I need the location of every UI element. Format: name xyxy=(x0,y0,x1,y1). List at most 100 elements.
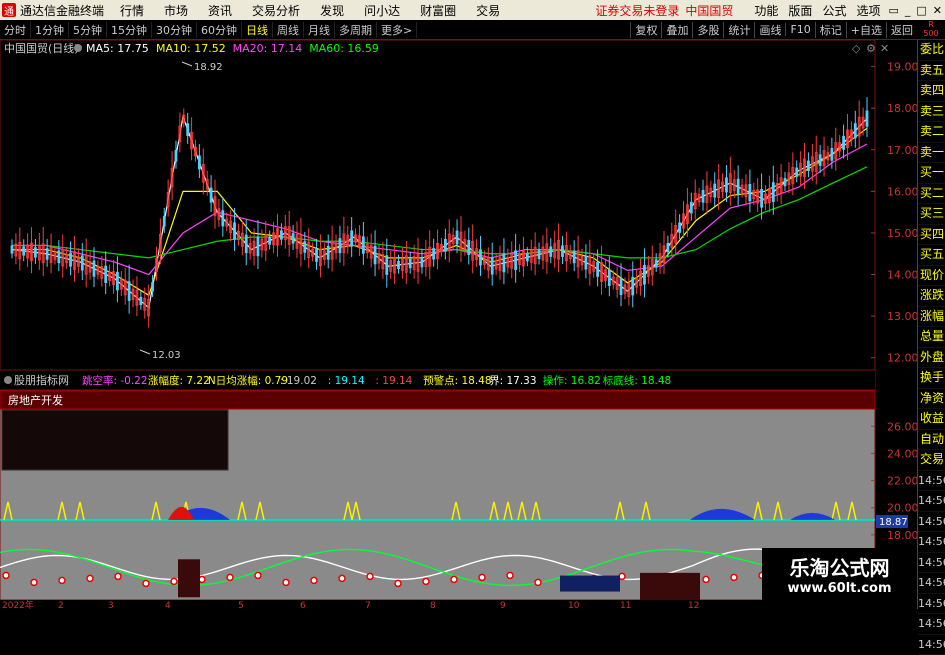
quote-item-15[interactable]: 外盘 xyxy=(918,348,945,369)
sub-toggle-icon[interactable] xyxy=(4,376,12,384)
menu-item-quotes[interactable]: 行情 xyxy=(110,2,154,19)
menu-item-analysis[interactable]: 交易分析 xyxy=(242,2,310,19)
candle-body-138 xyxy=(550,247,552,257)
candle-body-135 xyxy=(538,250,540,258)
ma-label-0: MA5: 17.75 xyxy=(86,42,149,55)
y-tick-4: 15.00 xyxy=(887,227,917,240)
quote-item-4[interactable]: 卖二 xyxy=(918,122,945,143)
toolbar-button-5[interactable]: F10 xyxy=(785,23,814,36)
menu-item-market[interactable]: 市场 xyxy=(154,2,198,19)
menu-layout[interactable]: 版面 xyxy=(783,2,817,19)
candle-body-153 xyxy=(608,270,610,285)
close-icon[interactable]: ✕ xyxy=(930,4,945,17)
menu-item-wealth[interactable]: 财富圈 xyxy=(410,2,466,19)
quote-item-3[interactable]: 卖三 xyxy=(918,102,945,123)
quote-item-25[interactable]: 14:56 xyxy=(918,553,945,574)
osc-dot-4 xyxy=(115,573,121,579)
quote-item-27[interactable]: 14:56 xyxy=(918,594,945,615)
quote-item-5[interactable]: 卖一 xyxy=(918,143,945,164)
y-tick-0: 19.00 xyxy=(887,61,917,74)
period-9[interactable]: 多周期 xyxy=(335,22,377,38)
maximize-icon[interactable]: □ xyxy=(913,4,929,17)
menu-item-discover[interactable]: 发现 xyxy=(310,2,354,19)
restore-icon[interactable]: ▭ xyxy=(885,4,901,17)
quote-item-13[interactable]: 涨幅 xyxy=(918,307,945,328)
low-label: 12.03 xyxy=(152,350,181,361)
quote-item-1[interactable]: 卖五 xyxy=(918,61,945,82)
quote-item-10[interactable]: 买五 xyxy=(918,245,945,266)
quote-item-28[interactable]: 14:56 xyxy=(918,614,945,635)
period-8[interactable]: 月线 xyxy=(304,22,335,38)
osc-dot-19 xyxy=(535,579,541,585)
toolbar-button-8[interactable]: 返回 xyxy=(886,22,917,38)
period-2[interactable]: 5分钟 xyxy=(69,22,107,38)
high-label: 18.92 xyxy=(194,62,223,73)
minimize-icon[interactable]: _ xyxy=(902,4,914,17)
sub-label-6: 预警点: 18.48 xyxy=(423,374,491,387)
quote-item-17[interactable]: 净资 xyxy=(918,389,945,410)
candle-body-216 xyxy=(854,124,856,138)
period-4[interactable]: 30分钟 xyxy=(152,22,197,38)
close-chart-icon: ✕ xyxy=(880,42,889,55)
quote-item-16[interactable]: 换手 xyxy=(918,368,945,389)
indicator-toggle-icon[interactable] xyxy=(74,44,82,52)
menu-bar: 通 通达信金融终端 行情 市场 资讯 交易分析 发现 问小达 财富圈 交易 证券… xyxy=(0,0,945,20)
quote-item-12[interactable]: 涨跌 xyxy=(918,286,945,307)
candle-body-21 xyxy=(93,261,95,276)
x-tick-1: 2 xyxy=(58,601,64,609)
menu-function[interactable]: 功能 xyxy=(749,2,783,19)
toolbar-button-0[interactable]: 复权 xyxy=(630,22,661,38)
quote-item-29[interactable]: 14:56 xyxy=(918,635,945,655)
toolbar-button-3[interactable]: 统计 xyxy=(723,22,754,38)
candle-body-54 xyxy=(222,211,224,226)
toolbar-button-2[interactable]: 多股 xyxy=(692,22,723,38)
menu-item-news[interactable]: 资讯 xyxy=(198,2,242,19)
sub-y-tick-1: 24.00 xyxy=(887,447,917,460)
period-1[interactable]: 1分钟 xyxy=(31,22,69,38)
toolbar-button-4[interactable]: 画线 xyxy=(754,22,785,38)
chart-area[interactable]: 中国国贸(日线)MA5: 17.75MA10: 17.52MA20: 17.14… xyxy=(0,40,917,609)
quote-item-14[interactable]: 总量 xyxy=(918,327,945,348)
x-tick-10: 11 xyxy=(620,601,631,609)
candle-body-84 xyxy=(339,239,341,253)
quote-item-26[interactable]: 14:56 xyxy=(918,573,945,594)
quote-item-21[interactable]: 14:56 xyxy=(918,471,945,492)
x-tick-11: 12 xyxy=(688,601,699,609)
osc-dot-2 xyxy=(59,577,65,583)
quote-item-8[interactable]: 买三 xyxy=(918,204,945,225)
y-tick-2: 17.00 xyxy=(887,144,917,157)
toolbar-button-6[interactable]: 标记 xyxy=(815,22,846,38)
quote-item-20[interactable]: 交易 xyxy=(918,450,945,471)
sector-banner xyxy=(0,391,875,409)
quote-item-9[interactable]: 买四 xyxy=(918,225,945,246)
menu-options[interactable]: 选项 xyxy=(851,2,885,19)
period-7[interactable]: 周线 xyxy=(273,22,304,38)
period-0[interactable]: 分时 xyxy=(0,22,31,38)
sub-label-7: 界: 17.33 xyxy=(489,375,536,387)
candle-body-198 xyxy=(784,179,786,186)
login-warning[interactable]: 证券交易未登录 xyxy=(595,2,685,19)
toolbar-button-1[interactable]: 叠加 xyxy=(661,22,692,38)
menu-item-trade[interactable]: 交易 xyxy=(466,2,510,19)
period-5[interactable]: 60分钟 xyxy=(197,22,242,38)
quote-item-24[interactable]: 14:56 xyxy=(918,532,945,553)
period-10[interactable]: 更多> xyxy=(377,22,417,38)
quote-item-6[interactable]: 买一 xyxy=(918,163,945,184)
quote-item-2[interactable]: 卖四 xyxy=(918,81,945,102)
period-3[interactable]: 15分钟 xyxy=(107,22,152,38)
menu-formula[interactable]: 公式 xyxy=(817,2,851,19)
period-6[interactable]: 日线 xyxy=(242,22,273,38)
quote-item-11[interactable]: 现价 xyxy=(918,266,945,287)
toolbar-button-7[interactable]: +自选 xyxy=(846,22,886,38)
quote-item-22[interactable]: 14:56 xyxy=(918,491,945,512)
quote-item-19[interactable]: 自动 xyxy=(918,430,945,451)
quote-item-23[interactable]: 14:56 xyxy=(918,512,945,533)
candle-body-171 xyxy=(679,223,681,233)
quote-item-18[interactable]: 收益 xyxy=(918,409,945,430)
menu-item-ask[interactable]: 问小达 xyxy=(354,2,410,19)
candle-body-99 xyxy=(398,261,400,268)
quote-item-0[interactable]: 委比 xyxy=(918,40,945,61)
sub-label-5: : 19.14 xyxy=(375,375,412,387)
candle-body-63 xyxy=(257,237,259,256)
quote-item-7[interactable]: 买二 xyxy=(918,184,945,205)
